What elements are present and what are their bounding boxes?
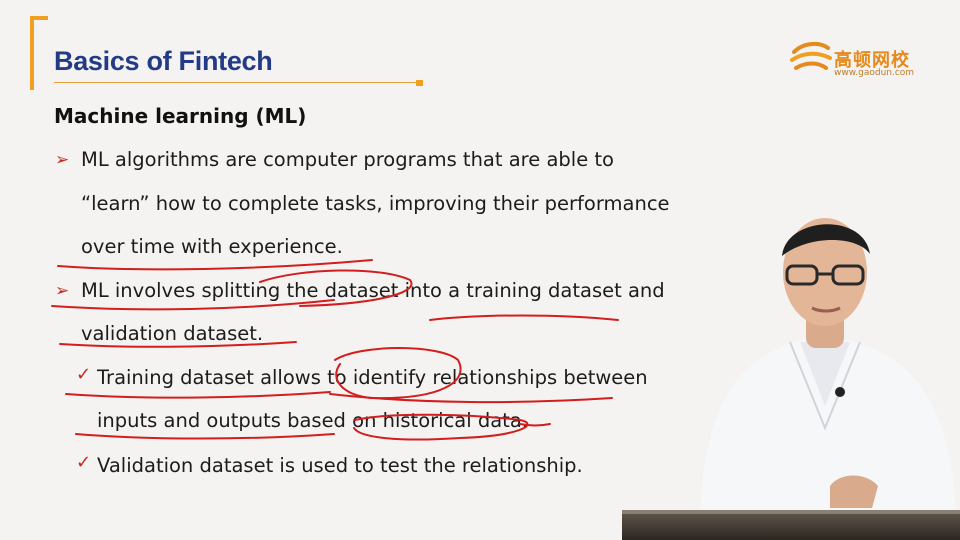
check-icon: ✓ — [76, 452, 92, 473]
slide-title: Basics of Fintech — [54, 46, 273, 76]
ink-underline — [65, 391, 331, 399]
title-underline-dot — [416, 80, 423, 86]
arrow-icon: ➢ — [55, 150, 70, 170]
ink-underline — [429, 314, 619, 321]
bullet-line: ML involves splitting the dataset into a… — [81, 279, 665, 302]
podium — [622, 514, 960, 540]
ink-underline — [75, 433, 335, 440]
bullet-line: validation dataset. — [81, 322, 264, 345]
section-heading: Machine learning (ML) — [54, 104, 307, 128]
title-underline — [54, 82, 420, 83]
subbullet-line: Validation dataset is used to test the r… — [97, 454, 583, 477]
arrow-icon: ➢ — [55, 281, 70, 301]
logo-url: www.gaodun.com — [834, 68, 915, 78]
ink-underline — [329, 393, 613, 404]
lecture-slide: Basics of Fintech 高顿网校 www.gaodun.com Ma… — [0, 0, 960, 540]
gaodun-logo: 高顿网校 www.gaodun.com — [790, 38, 920, 82]
check-icon: ✓ — [76, 364, 92, 385]
subbullet-line: inputs and outputs based on historical d… — [97, 409, 528, 432]
bullet-line: ML algorithms are computer programs that… — [81, 148, 614, 171]
subbullet-line: Training dataset allows to identify rela… — [97, 366, 648, 389]
bullet-line: over time with experience. — [81, 235, 343, 258]
bullet-line: “learn” how to complete tasks, improving… — [81, 192, 670, 215]
logo-mark-icon — [790, 41, 832, 70]
presenter — [700, 218, 956, 516]
ink-underline — [57, 259, 373, 271]
title-bracket — [30, 16, 48, 90]
